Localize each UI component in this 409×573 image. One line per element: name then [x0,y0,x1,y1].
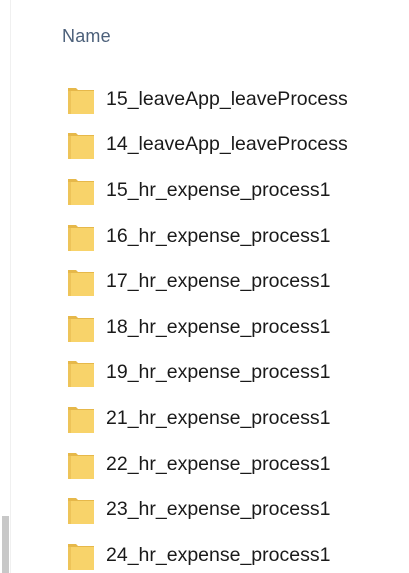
folder-icon [67,313,95,343]
file-row[interactable]: 14_leaveApp_leaveProcess [0,123,409,169]
folder-icon [67,495,95,525]
folder-icon [67,404,95,434]
file-row[interactable]: 15_leaveApp_leaveProcess [0,77,409,123]
file-list: 15_leaveApp_leaveProcess 14_leaveApp_leav… [0,77,409,573]
file-row[interactable]: 21_hr_expense_process1 [0,396,409,442]
folder-icon [67,358,95,388]
file-row[interactable]: 23_hr_expense_process1 [0,487,409,533]
file-name: 24_hr_expense_process1 [106,543,331,566]
file-row[interactable]: 17_hr_expense_process1 [0,259,409,305]
folder-icon [67,176,95,206]
file-name: 17_hr_expense_process1 [106,269,331,292]
file-name: 18_hr_expense_process1 [106,315,331,338]
file-explorer: Name 15_leaveApp_leaveProcess 14_leaveApp… [0,0,409,573]
file-name: 15_hr_expense_process1 [106,178,331,201]
file-name: 21_hr_expense_process1 [106,406,331,429]
folder-icon [67,222,95,252]
file-row[interactable]: 22_hr_expense_process1 [0,442,409,488]
file-name: 22_hr_expense_process1 [106,452,331,475]
file-name: 15_leaveApp_leaveProcess [106,87,348,110]
file-row[interactable]: 24_hr_expense_process1 [0,533,409,573]
file-row[interactable]: 18_hr_expense_process1 [0,305,409,351]
folder-icon [67,450,95,480]
file-name: 16_hr_expense_process1 [106,224,331,247]
file-name: 23_hr_expense_process1 [106,497,331,520]
file-name: 19_hr_expense_process1 [106,361,331,384]
folder-icon [67,267,95,297]
name-column-header[interactable]: Name [62,26,111,47]
file-row[interactable]: 19_hr_expense_process1 [0,351,409,397]
file-name: 14_leaveApp_leaveProcess [106,133,348,156]
folder-icon [67,85,95,115]
file-row[interactable]: 15_hr_expense_process1 [0,168,409,214]
folder-icon [67,541,95,571]
file-row[interactable]: 16_hr_expense_process1 [0,214,409,260]
folder-icon [67,130,95,160]
